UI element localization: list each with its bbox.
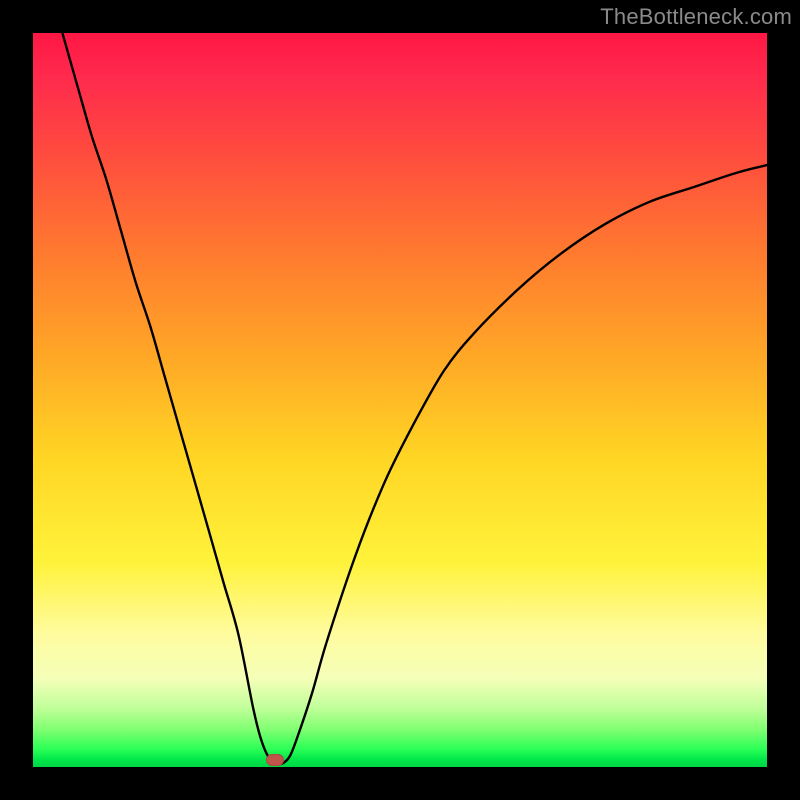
chart-plot-area [33,33,767,767]
optimal-marker [266,754,284,766]
bottleneck-curve [33,33,767,767]
watermark-text: TheBottleneck.com [600,4,792,30]
chart-frame: TheBottleneck.com [0,0,800,800]
